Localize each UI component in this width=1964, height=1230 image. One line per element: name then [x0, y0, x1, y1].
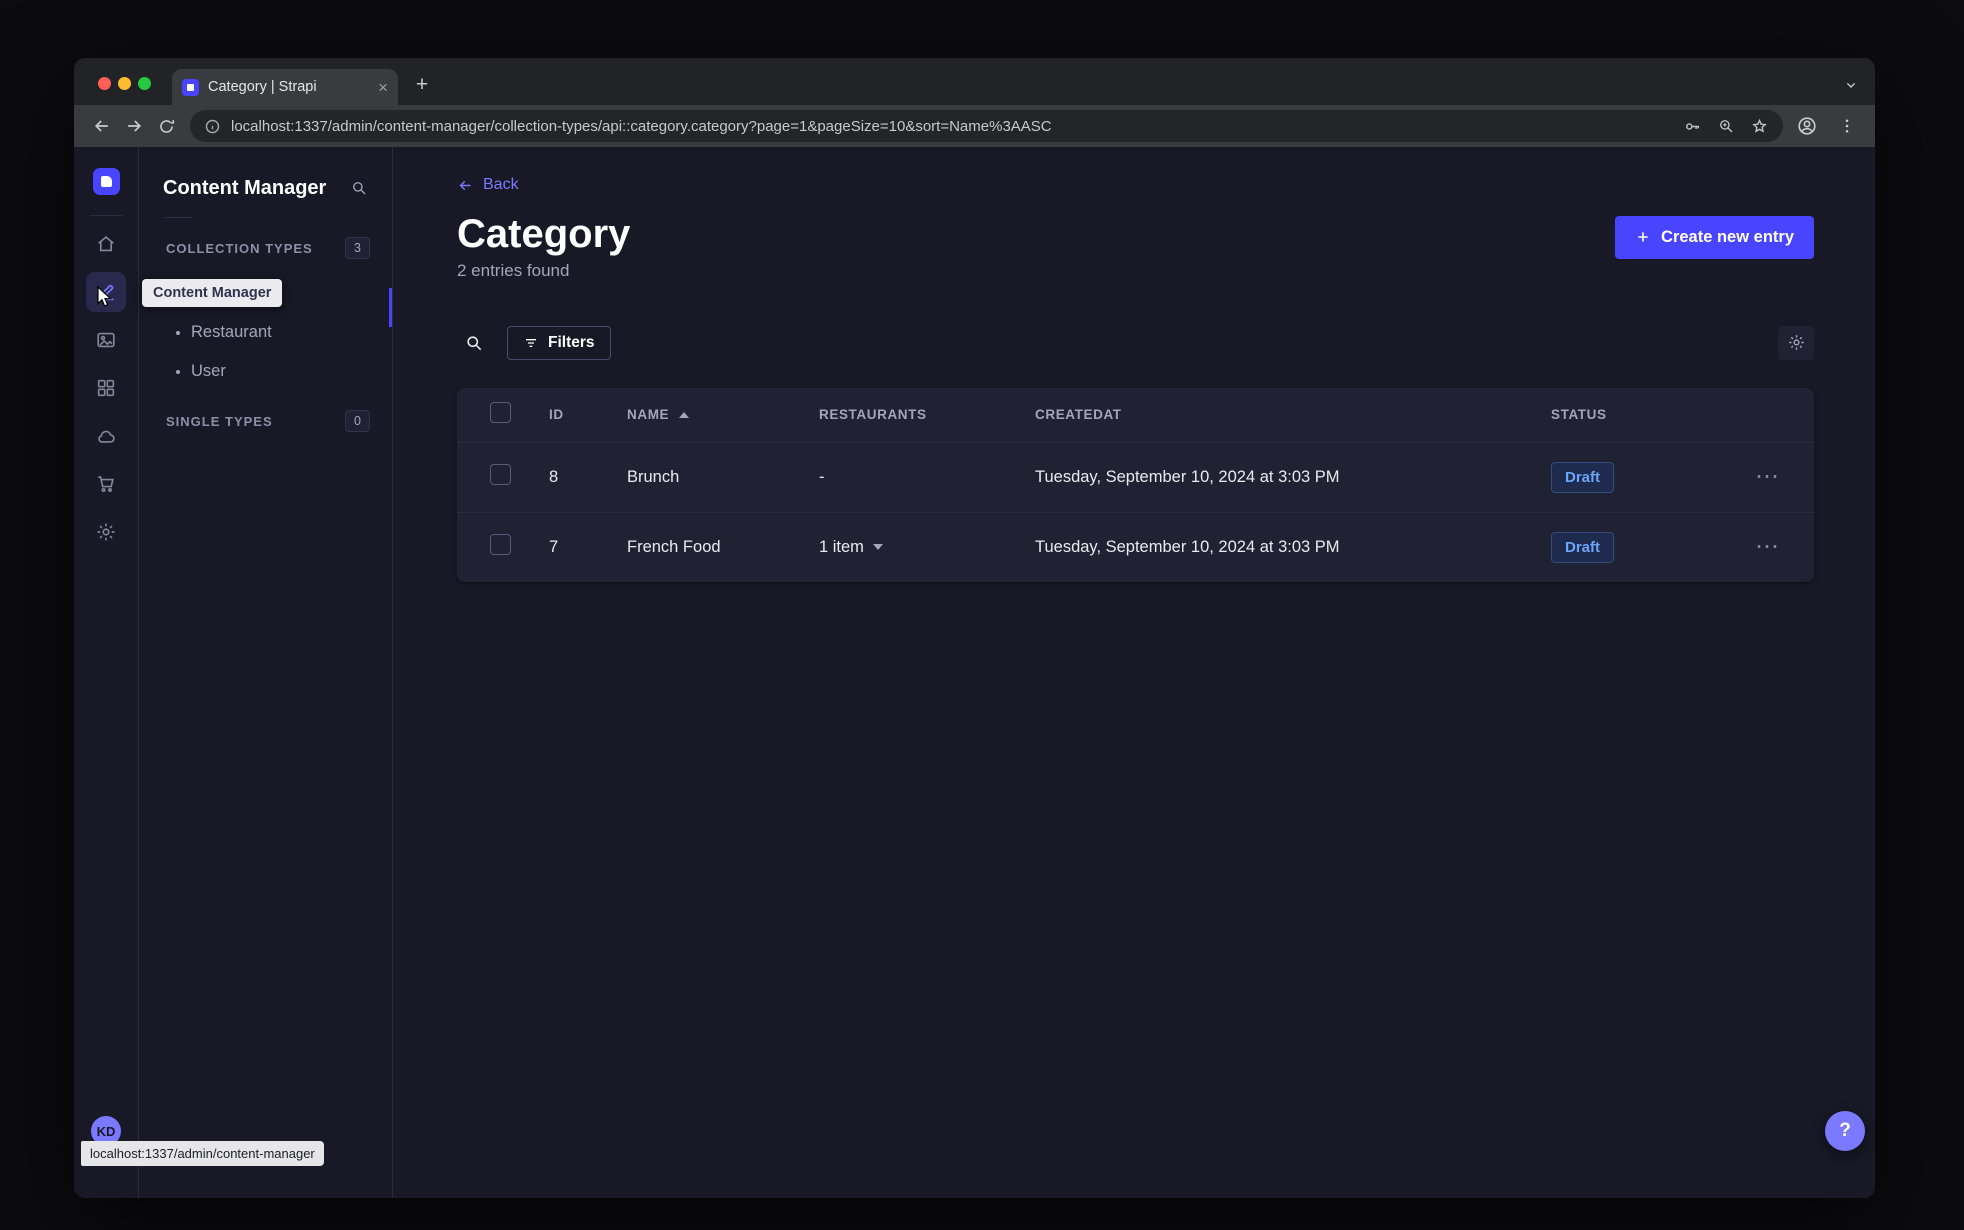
table-row[interactable]: 8 Brunch - Tuesday, September 10, 2024 a…: [457, 441, 1814, 512]
strapi-app: KD Content Manager COLLECTION TYPES 3 Ca…: [74, 147, 1875, 1198]
traffic-light-minimize[interactable]: [118, 77, 131, 90]
bookmark-star-icon[interactable]: [1750, 117, 1769, 136]
profile-icon[interactable]: [1791, 110, 1823, 142]
rail-home-button[interactable]: [86, 224, 126, 264]
single-types-count-badge: 0: [345, 410, 370, 432]
tab-strip: Category | Strapi × +: [74, 58, 1875, 105]
subnav-title: Content Manager: [163, 176, 327, 199]
page-title: Category: [457, 211, 631, 256]
bullet-icon: [176, 330, 180, 335]
rail-content-type-builder-button[interactable]: [86, 368, 126, 408]
traffic-light-close[interactable]: [98, 77, 111, 90]
cell-id: 7: [549, 537, 559, 556]
main-content: Back Category 2 entries found Create new…: [393, 147, 1875, 1198]
select-all-checkbox[interactable]: [490, 401, 511, 423]
filters-button[interactable]: Filters: [507, 325, 611, 360]
status-badge: Draft: [1551, 531, 1615, 563]
search-entries-button[interactable]: [457, 326, 491, 360]
cell-name: Brunch: [627, 467, 680, 486]
subnav-divider: [164, 217, 192, 218]
entries-count: 2 entries found: [457, 260, 570, 280]
active-item-indicator: [389, 288, 392, 327]
column-header-createdat[interactable]: CREATEDAT: [1035, 407, 1551, 422]
column-header-status[interactable]: STATUS: [1551, 407, 1747, 422]
browser-window: Category | Strapi × + localhost:1337/adm…: [74, 58, 1875, 1198]
rail-settings-button[interactable]: [86, 512, 126, 552]
single-types-label: SINGLE TYPES: [166, 413, 273, 429]
table-row[interactable]: 7 French Food 1 item Tuesday, September …: [457, 511, 1814, 582]
filters-label: Filters: [548, 333, 595, 351]
gear-icon: [1788, 335, 1804, 350]
subnav-search-icon[interactable]: [350, 179, 368, 197]
link-status-bubble: localhost:1337/admin/content-manager: [81, 1141, 324, 1166]
column-header-name[interactable]: NAME: [627, 407, 819, 422]
subnav-item-user[interactable]: User: [139, 352, 392, 391]
cell-createdat: Tuesday, September 10, 2024 at 3:03 PM: [1035, 467, 1340, 486]
url-text: localhost:1337/admin/content-manager/col…: [231, 117, 1052, 135]
view-settings-button[interactable]: [1778, 325, 1814, 360]
help-button[interactable]: ?: [1825, 1111, 1865, 1151]
cell-createdat: Tuesday, September 10, 2024 at 3:03 PM: [1035, 537, 1340, 556]
url-bar[interactable]: localhost:1337/admin/content-manager/col…: [190, 110, 1783, 142]
chevron-down-icon: [872, 544, 883, 550]
nav-tooltip: Content Manager: [142, 279, 283, 307]
traffic-light-zoom[interactable]: [138, 77, 151, 90]
tab-search-chevron-icon[interactable]: [1839, 73, 1863, 97]
rail-divider: [89, 215, 123, 216]
table-header-row: ID NAME RESTAURANTS CREATEDAT STATUS: [457, 388, 1814, 442]
row-actions-button[interactable]: ⋯: [1747, 531, 1787, 563]
row-checkbox[interactable]: [490, 464, 511, 485]
column-header-id[interactable]: ID: [549, 407, 627, 422]
rail-cloud-button[interactable]: [86, 416, 126, 456]
subnav-item-label: User: [191, 362, 226, 380]
subnav-item-label: Restaurant: [191, 323, 272, 341]
zoom-icon[interactable]: [1717, 117, 1735, 135]
column-header-restaurants[interactable]: RESTAURANTS: [819, 407, 1035, 422]
back-arrow-icon: [459, 180, 471, 190]
status-badge: Draft: [1551, 461, 1615, 493]
cell-id: 8: [549, 467, 559, 486]
sort-ascending-icon: [679, 411, 690, 418]
rail-marketplace-button[interactable]: [86, 464, 126, 504]
cell-restaurants[interactable]: 1 item: [819, 538, 1035, 557]
new-tab-button[interactable]: +: [408, 72, 436, 100]
browser-tab[interactable]: Category | Strapi ×: [172, 69, 398, 105]
site-info-icon[interactable]: [204, 118, 221, 135]
strapi-favicon-icon: [182, 78, 199, 96]
search-icon: [467, 335, 482, 350]
bullet-icon: [176, 369, 180, 374]
browser-toolbar: localhost:1337/admin/content-manager/col…: [74, 105, 1875, 147]
filter-icon: [526, 338, 536, 347]
create-new-entry-button[interactable]: Create new entry: [1615, 215, 1814, 259]
cell-name: French Food: [627, 537, 721, 556]
strapi-logo[interactable]: [92, 168, 120, 195]
back-label: Back: [483, 176, 519, 193]
reload-icon[interactable]: [150, 110, 182, 142]
row-checkbox[interactable]: [490, 534, 511, 555]
password-key-icon[interactable]: [1683, 117, 1702, 136]
plus-icon: [1638, 232, 1648, 242]
back-link[interactable]: Back: [457, 176, 519, 194]
entries-table: ID NAME RESTAURANTS CREATEDAT STATUS 8 B…: [457, 387, 1814, 582]
forward-nav-icon[interactable]: [118, 110, 150, 142]
collection-types-count-badge: 3: [345, 237, 370, 259]
tab-close-icon[interactable]: ×: [378, 79, 388, 96]
tab-title: Category | Strapi: [208, 79, 317, 95]
create-new-entry-label: Create new entry: [1661, 227, 1794, 246]
mouse-cursor: [94, 286, 114, 308]
browser-menu-icon[interactable]: [1831, 110, 1863, 142]
subnav-item-restaurant[interactable]: Restaurant: [139, 313, 392, 352]
cell-restaurants: -: [819, 467, 825, 486]
back-nav-icon[interactable]: [86, 110, 118, 142]
row-actions-button[interactable]: ⋯: [1747, 461, 1787, 493]
collection-types-label: COLLECTION TYPES: [166, 240, 313, 256]
rail-media-library-button[interactable]: [86, 320, 126, 360]
